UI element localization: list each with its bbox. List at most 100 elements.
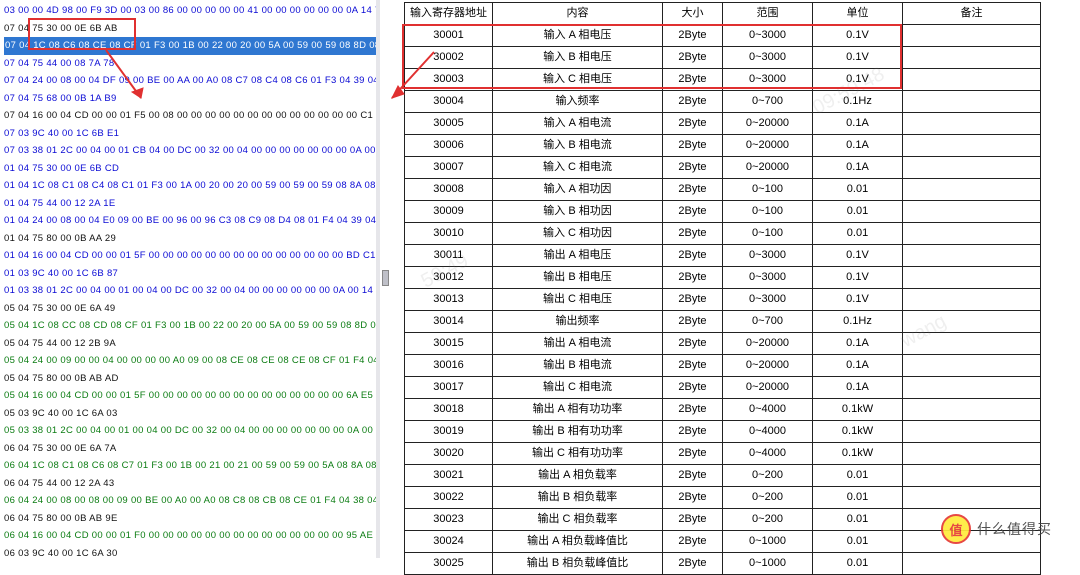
cell-addr: 30018	[405, 399, 493, 421]
cell-addr: 30023	[405, 509, 493, 531]
cell-content: 输入 C 相电流	[493, 157, 663, 179]
cell-size: 2Byte	[663, 135, 723, 157]
th-addr: 输入寄存器地址	[405, 3, 493, 25]
hex-line: 01 04 24 00 08 00 04 E0 09 00 BE 00 96 0…	[4, 212, 372, 230]
hex-line: 01 04 16 00 04 CD 00 00 01 5F 00 00 00 0…	[4, 247, 372, 265]
cell-addr: 30013	[405, 289, 493, 311]
cell-unit: 0.01	[813, 531, 903, 553]
hex-line: 07 04 16 00 04 CD 00 00 01 F5 00 08 00 0…	[4, 107, 372, 125]
hex-line: 05 04 75 44 00 12 2B 9A	[4, 335, 372, 353]
cell-unit: 0.1kW	[813, 443, 903, 465]
table-row: 30005输入 A 相电流2Byte0~200000.1A	[405, 113, 1041, 135]
hex-line: 06 04 1C 08 C1 08 C6 08 C7 01 F3 00 1B 0…	[4, 457, 372, 475]
cell-range: 0~20000	[723, 157, 813, 179]
hex-line: 06 03 9C 40 00 1C 6A 30	[4, 545, 372, 559]
cell-note	[903, 267, 1041, 289]
cell-unit: 0.1A	[813, 113, 903, 135]
hex-line: 06 04 75 80 00 0B AB 9E	[4, 510, 372, 528]
cell-size: 2Byte	[663, 201, 723, 223]
cell-range: 0~4000	[723, 443, 813, 465]
table-row: 30017输出 C 相电流2Byte0~200000.1A	[405, 377, 1041, 399]
hex-line: 05 04 24 00 09 00 00 04 00 00 00 00 A0 0…	[4, 352, 372, 370]
cell-range: 0~1000	[723, 531, 813, 553]
cell-note	[903, 135, 1041, 157]
cell-unit: 0.1V	[813, 289, 903, 311]
table-row: 30016输出 B 相电流2Byte0~200000.1A	[405, 355, 1041, 377]
table-row: 30019输出 B 相有功功率2Byte0~40000.1kW	[405, 421, 1041, 443]
cell-note	[903, 179, 1041, 201]
cell-range: 0~200	[723, 465, 813, 487]
cell-addr: 30021	[405, 465, 493, 487]
cell-content: 输出 C 相电流	[493, 377, 663, 399]
cell-unit: 0.1Hz	[813, 91, 903, 113]
cell-range: 0~20000	[723, 333, 813, 355]
cell-note	[903, 443, 1041, 465]
badge-circle-icon: 值	[941, 514, 971, 544]
cell-note	[903, 421, 1041, 443]
table-row: 30014输出频率2Byte0~7000.1Hz	[405, 311, 1041, 333]
panel-splitter-handle[interactable]	[382, 270, 389, 286]
cell-size: 2Byte	[663, 487, 723, 509]
hex-line: 01 04 1C 08 C1 08 C4 08 C1 01 F3 00 1A 0…	[4, 177, 372, 195]
cell-range: 0~3000	[723, 289, 813, 311]
cell-note	[903, 399, 1041, 421]
cell-range: 0~200	[723, 509, 813, 531]
cell-unit: 0.01	[813, 487, 903, 509]
hex-line: 06 04 16 00 04 CD 00 00 01 F0 00 00 00 0…	[4, 527, 372, 545]
cell-note	[903, 245, 1041, 267]
highlight-box-table	[402, 24, 902, 89]
table-row: 30006输入 B 相电流2Byte0~200000.1A	[405, 135, 1041, 157]
table-row: 30009输入 B 相功因2Byte0~1000.01	[405, 201, 1041, 223]
cell-addr: 30011	[405, 245, 493, 267]
table-row: 30008输入 A 相功因2Byte0~1000.01	[405, 179, 1041, 201]
th-note: 备注	[903, 3, 1041, 25]
cell-range: 0~20000	[723, 113, 813, 135]
cell-note	[903, 201, 1041, 223]
cell-addr: 30014	[405, 311, 493, 333]
hex-line: 05 04 75 30 00 0E 6A 49	[4, 300, 372, 318]
badge-text: 什么值得买	[977, 519, 1052, 539]
cell-content: 输出 A 相负载峰值比	[493, 531, 663, 553]
cell-range: 0~100	[723, 201, 813, 223]
cell-size: 2Byte	[663, 223, 723, 245]
th-unit: 单位	[813, 3, 903, 25]
cell-addr: 30004	[405, 91, 493, 113]
cell-size: 2Byte	[663, 311, 723, 333]
cell-unit: 0.1A	[813, 333, 903, 355]
cell-content: 输出 B 相负载峰值比	[493, 553, 663, 575]
cell-range: 0~4000	[723, 399, 813, 421]
cell-unit: 0.01	[813, 223, 903, 245]
hex-line: 05 03 9C 40 00 1C 6A 03	[4, 405, 372, 423]
hex-line: 07 03 9C 40 00 1C 6B E1	[4, 125, 372, 143]
watermark-badge: 值 什么值得买	[941, 514, 1052, 544]
cell-size: 2Byte	[663, 553, 723, 575]
cell-addr: 30020	[405, 443, 493, 465]
cell-content: 输出频率	[493, 311, 663, 333]
cell-content: 输入 A 相电流	[493, 113, 663, 135]
hex-line: 06 04 24 00 08 00 08 00 09 00 BE 00 A0 0…	[4, 492, 372, 510]
cell-note	[903, 91, 1041, 113]
table-row: 30015输出 A 相电流2Byte0~200000.1A	[405, 333, 1041, 355]
cell-addr: 30009	[405, 201, 493, 223]
cell-unit: 0.1V	[813, 245, 903, 267]
cell-content: 输出 C 相有功功率	[493, 443, 663, 465]
cell-content: 输出 A 相电压	[493, 245, 663, 267]
cell-size: 2Byte	[663, 113, 723, 135]
table-row: 30011输出 A 相电压2Byte0~30000.1V	[405, 245, 1041, 267]
badge-char: 值	[949, 520, 962, 539]
cell-content: 输入 B 相功因	[493, 201, 663, 223]
highlight-box-hex	[28, 18, 136, 50]
hex-line: 07 04 24 00 08 00 04 DF 09 00 BE 00 AA 0…	[4, 72, 372, 90]
hex-line: 01 04 75 44 00 12 2A 1E	[4, 195, 372, 213]
th-range: 范围	[723, 3, 813, 25]
cell-note	[903, 25, 1041, 47]
hex-panel: 03 00 00 4D 98 00 F9 3D 00 03 00 86 00 0…	[0, 0, 380, 558]
cell-range: 0~700	[723, 311, 813, 333]
cell-content: 输出 B 相有功功率	[493, 421, 663, 443]
cell-addr: 30015	[405, 333, 493, 355]
cell-size: 2Byte	[663, 91, 723, 113]
cell-content: 输出 B 相负载率	[493, 487, 663, 509]
cell-size: 2Byte	[663, 333, 723, 355]
cell-size: 2Byte	[663, 509, 723, 531]
cell-size: 2Byte	[663, 531, 723, 553]
